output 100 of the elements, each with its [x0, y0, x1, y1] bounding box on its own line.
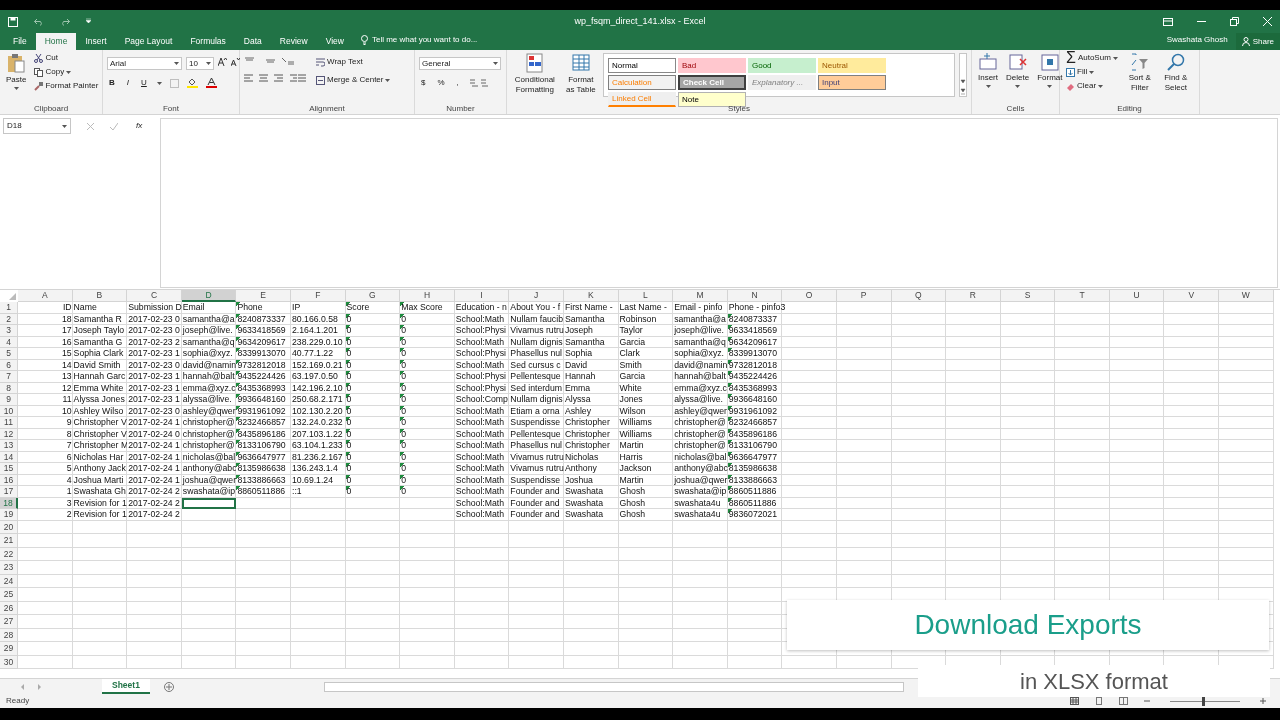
row-header[interactable]: 15: [0, 463, 18, 475]
column-header[interactable]: V: [1164, 290, 1220, 302]
ribbon-tab[interactable]: View: [316, 33, 353, 50]
ribbon-display-icon[interactable]: [1163, 17, 1173, 26]
row-header[interactable]: 1: [0, 302, 18, 314]
zoom-in-icon[interactable]: [1260, 698, 1266, 704]
column-header[interactable]: L: [618, 290, 674, 302]
column-header[interactable]: Q: [891, 290, 947, 302]
scroll-right-icon[interactable]: [36, 683, 42, 690]
font-color-icon[interactable]: [205, 78, 217, 88]
customize-icon[interactable]: [86, 17, 91, 23]
redo-icon[interactable]: [60, 17, 70, 26]
find-select-button[interactable]: Find & Select: [1159, 53, 1192, 103]
merge-center-button[interactable]: Merge & Center: [314, 75, 393, 85]
comma-button[interactable]: ,: [454, 78, 461, 88]
row-header[interactable]: 29: [0, 642, 18, 656]
normal-view-icon[interactable]: [1070, 697, 1079, 705]
share-button[interactable]: Share: [1235, 33, 1280, 50]
row-header[interactable]: 5: [0, 348, 18, 360]
row-header[interactable]: 7: [0, 371, 18, 383]
cell-style-option[interactable]: Good: [748, 58, 816, 73]
cell-selection[interactable]: [181, 497, 237, 509]
cell-style-option[interactable]: Explanatory ...: [748, 75, 816, 90]
scroll-left-icon[interactable]: [20, 683, 26, 690]
undo-icon[interactable]: [34, 17, 44, 26]
cell-style-option[interactable]: Note: [678, 92, 746, 107]
column-header[interactable]: K: [563, 290, 619, 302]
italic-button[interactable]: I: [124, 78, 131, 88]
add-sheet-icon[interactable]: [163, 681, 174, 692]
ribbon-tab[interactable]: Insert: [76, 33, 116, 50]
column-header[interactable]: O: [782, 290, 837, 302]
close-icon[interactable]: [1263, 17, 1272, 26]
page-break-view-icon[interactable]: [1119, 697, 1128, 705]
zoom-slider-thumb[interactable]: [1201, 696, 1205, 706]
ribbon-tab[interactable]: Data: [234, 33, 271, 50]
column-header[interactable]: U: [1109, 290, 1165, 302]
row-header[interactable]: 3: [0, 325, 18, 337]
formula-input[interactable]: [160, 118, 1278, 288]
column-header[interactable]: D: [181, 290, 237, 302]
sort-filter-button[interactable]: Sort & Filter: [1123, 53, 1156, 103]
bold-button[interactable]: B: [107, 78, 117, 88]
restore-icon[interactable]: [1230, 17, 1239, 26]
column-header[interactable]: G: [345, 290, 401, 302]
ribbon-tab[interactable]: Review: [270, 33, 317, 50]
row-header[interactable]: 17: [0, 486, 18, 498]
shrink-font-icon[interactable]: [231, 57, 240, 66]
ribbon-tab[interactable]: Page Layout: [115, 33, 182, 50]
cells-button[interactable]: Insert: [976, 53, 1000, 103]
row-header[interactable]: 19: [0, 509, 18, 521]
name-box[interactable]: D18: [3, 118, 71, 134]
currency-button[interactable]: $: [419, 78, 428, 88]
fill-color-icon[interactable]: [186, 78, 198, 88]
page-layout-view-icon[interactable]: [1095, 697, 1103, 705]
cell-style-option[interactable]: Bad: [678, 58, 746, 73]
column-header[interactable]: W: [1219, 290, 1274, 302]
zoom-out-icon[interactable]: [1144, 698, 1150, 704]
row-header[interactable]: 25: [0, 588, 18, 602]
row-header[interactable]: 23: [0, 561, 18, 575]
fill-button[interactable]: Fill: [1064, 67, 1120, 77]
column-header[interactable]: R: [946, 290, 1001, 302]
font-size-field[interactable]: 10: [186, 57, 214, 70]
column-header[interactable]: J: [509, 290, 564, 302]
cells-button[interactable]: Delete: [1004, 53, 1032, 103]
font-name-field[interactable]: Arial: [107, 57, 182, 70]
cut-button[interactable]: Cut: [32, 53, 101, 63]
column-header[interactable]: B: [72, 290, 128, 302]
row-header[interactable]: 11: [0, 417, 18, 429]
autosum-button[interactable]: Σ AutoSum: [1064, 53, 1120, 63]
ribbon-tab[interactable]: File: [4, 33, 36, 50]
ribbon-tab[interactable]: Formulas: [181, 33, 235, 50]
decimal-icons[interactable]: [468, 79, 489, 87]
format-painter-button[interactable]: Format Painter: [32, 81, 101, 91]
cell-style-option[interactable]: Normal: [608, 58, 676, 73]
paste-button[interactable]: Paste: [4, 53, 29, 103]
column-header[interactable]: I: [454, 290, 510, 302]
conditional-formatting-button[interactable]: Conditional Formatting: [511, 53, 559, 103]
number-format-field[interactable]: General: [419, 57, 501, 70]
clear-button[interactable]: Clear: [1064, 81, 1120, 91]
column-header[interactable]: C: [127, 290, 182, 302]
cell-style-option[interactable]: Input: [818, 75, 886, 90]
save-icon[interactable]: [8, 16, 18, 27]
row-header[interactable]: 9: [0, 394, 18, 406]
column-header[interactable]: E: [236, 290, 291, 302]
ribbon-tab[interactable]: Home: [35, 33, 77, 50]
column-header[interactable]: N: [727, 290, 783, 302]
column-header[interactable]: H: [400, 290, 455, 302]
column-header[interactable]: A: [18, 290, 73, 302]
column-header[interactable]: P: [836, 290, 892, 302]
wrap-text-button[interactable]: Wrap Text: [314, 57, 393, 67]
tell-me-field[interactable]: Tell me what you want to do...: [371, 34, 478, 46]
percent-button[interactable]: %: [435, 78, 447, 88]
column-header[interactable]: S: [1000, 290, 1056, 302]
cells-button[interactable]: Format: [1035, 53, 1065, 103]
cell-style-option[interactable]: Neutral: [818, 58, 886, 73]
row-header[interactable]: 27: [0, 615, 18, 629]
horizontal-align-icons[interactable]: [244, 74, 306, 83]
gallery-scroll-icon[interactable]: [959, 53, 967, 97]
format-as-table-button[interactable]: Format as Table: [562, 53, 599, 103]
horizontal-scrollbar[interactable]: [323, 681, 904, 692]
insert-function-button[interactable]: fx: [134, 121, 145, 131]
